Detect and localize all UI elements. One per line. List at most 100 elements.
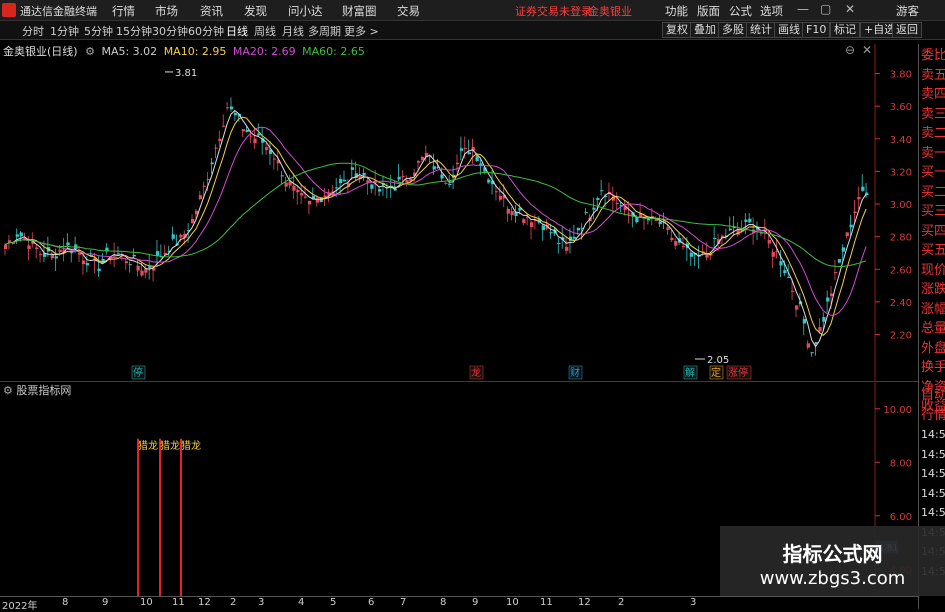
close-icon[interactable]: ✕ <box>845 2 855 16</box>
tab-60min[interactable]: 60分钟 <box>188 23 224 39</box>
candle <box>681 245 686 247</box>
candle <box>417 161 421 163</box>
tab-more[interactable]: 更多 > <box>344 23 379 39</box>
candle <box>54 256 58 259</box>
trade-login-notice[interactable]: 证券交易未登录 <box>515 3 592 19</box>
candle <box>818 327 822 332</box>
event-marker: 定 <box>709 365 724 380</box>
y-tick-label: 3.40 <box>890 135 912 146</box>
menu-item-market[interactable]: 行情 <box>112 3 135 19</box>
candle <box>506 208 510 214</box>
maximize-icon[interactable]: ▢ <box>820 2 831 16</box>
candle <box>494 191 499 193</box>
quote-row-label: 总量 <box>921 321 945 336</box>
auto-quote-label[interactable]: 行情 <box>921 406 945 425</box>
candle <box>148 266 152 269</box>
candle <box>557 243 561 245</box>
candle <box>292 185 296 191</box>
y-tick-label: 3.00 <box>890 200 912 211</box>
candle <box>206 178 210 180</box>
candle <box>97 268 101 271</box>
candle <box>455 162 460 165</box>
quote-row-label: 卖三 <box>921 106 945 122</box>
current-stock-notice[interactable]: 金奥银业 <box>588 3 632 19</box>
candle <box>144 268 148 273</box>
tab-monthly[interactable]: 月线 <box>282 23 304 39</box>
menu-layout[interactable]: 版面 <box>697 3 720 19</box>
candle <box>728 228 733 231</box>
f10-button[interactable]: F10 <box>802 22 831 38</box>
minimize-icon[interactable]: — <box>797 2 809 16</box>
tab-daily[interactable]: 日线 <box>226 23 248 39</box>
menu-guest[interactable]: 游客 <box>896 3 919 19</box>
event-marker-label: 解 <box>685 366 695 379</box>
restore-rights-button[interactable]: 复权 <box>662 22 692 38</box>
menu-item-trade[interactable]: 交易 <box>397 3 420 19</box>
menu-options[interactable]: 选项 <box>760 3 783 19</box>
candle <box>218 138 222 142</box>
statistics-button[interactable]: 统计 <box>746 22 776 38</box>
tick-time: 14:56 <box>921 486 945 500</box>
menu-item-markets[interactable]: 市场 <box>155 3 178 19</box>
quote-row-label: 买三 <box>921 204 945 219</box>
candle <box>670 237 674 241</box>
event-marker-label: 龙 <box>471 366 481 379</box>
candle <box>674 241 678 246</box>
indicator-tick-label: 8.00 <box>890 458 912 469</box>
menu-item-wealth[interactable]: 财富圈 <box>342 3 377 19</box>
quote-row-label: 涨幅 <box>921 301 945 317</box>
watermark-title: 指标公式网 <box>782 542 883 566</box>
candle <box>592 207 596 210</box>
candle <box>191 219 195 224</box>
quote-row-label: 涨跌 <box>921 282 945 297</box>
price-chart[interactable]: 2.20 2.40 2.60 2.80 3.00 3.20 3.40 3.60 3.80 3.81… <box>0 44 918 382</box>
x-tick: 8 <box>440 597 447 608</box>
candle <box>802 318 807 324</box>
menu-item-discover[interactable]: 发现 <box>244 3 267 19</box>
candle <box>339 178 343 184</box>
menu-formula[interactable]: 公式 <box>729 3 752 19</box>
menu-function[interactable]: 功能 <box>665 3 688 19</box>
signal-bar <box>137 438 139 596</box>
auto-quote-label[interactable]: 自动 <box>921 386 945 405</box>
ma-line-ma20 <box>4 126 867 316</box>
candle <box>635 217 639 223</box>
menu-item-xiaoda[interactable]: 问小达 <box>288 3 323 19</box>
tab-5min[interactable]: 5分钟 <box>84 23 113 39</box>
multi-stock-button[interactable]: 多股 <box>718 22 748 38</box>
mark-button[interactable]: 标记 <box>830 22 860 38</box>
candle <box>440 174 444 179</box>
quote-row-label: 卖五 <box>921 67 945 83</box>
quote-row-label: 买五 <box>921 243 945 258</box>
candle <box>771 252 775 257</box>
candle <box>794 305 799 310</box>
candle <box>140 270 144 276</box>
signal-bar-label: 猎龙 <box>160 439 180 452</box>
tab-intraday[interactable]: 分时 <box>22 23 44 39</box>
tab-15min[interactable]: 15分钟 <box>116 23 152 39</box>
tab-multi-period[interactable]: 多周期 <box>308 23 341 39</box>
candle <box>198 195 203 200</box>
candle <box>307 200 312 205</box>
candle <box>432 166 436 170</box>
menu-item-news[interactable]: 资讯 <box>200 3 223 19</box>
x-tick: 5 <box>330 597 337 608</box>
app-logo-icon <box>2 3 16 17</box>
tick-time: 14:56 <box>921 447 945 461</box>
candle <box>783 270 787 274</box>
candle <box>841 247 846 252</box>
x-tick: 8 <box>62 597 69 608</box>
draw-line-button[interactable]: 画线 <box>774 22 804 38</box>
candle <box>304 196 308 198</box>
event-marker: 龙 <box>469 365 484 380</box>
back-button[interactable]: 返回 <box>892 22 922 38</box>
candle <box>210 162 214 165</box>
candle <box>128 264 132 266</box>
event-marker-label: 涨停 <box>728 366 748 379</box>
candle <box>810 352 814 354</box>
tab-1min[interactable]: 1分钟 <box>50 23 79 39</box>
overlay-button[interactable]: 叠加 <box>690 22 720 38</box>
tab-weekly[interactable]: 周线 <box>254 23 276 39</box>
candle <box>284 182 288 187</box>
tab-30min[interactable]: 30分钟 <box>152 23 188 39</box>
